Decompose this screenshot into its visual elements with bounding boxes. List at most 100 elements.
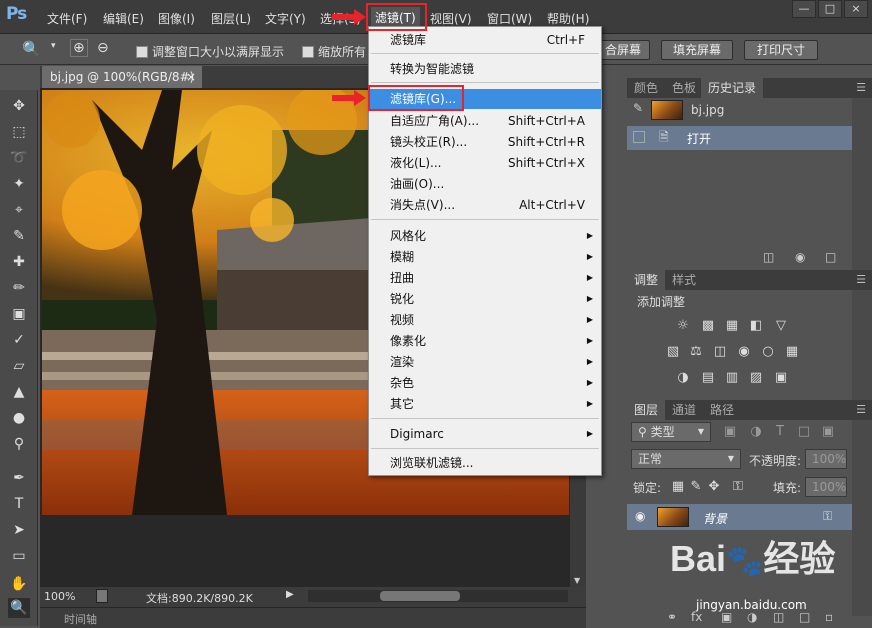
print-size-button[interactable]: 打印尺寸 (744, 40, 818, 60)
fill-screen-button[interactable]: 填充屏幕 (661, 40, 733, 60)
tab-history[interactable]: 历史记录 (701, 78, 764, 98)
menu-item-render[interactable]: 渲染 ▶ (369, 352, 601, 372)
history-state[interactable]: 🗎 打开 (627, 126, 852, 150)
lock-pixels-icon[interactable]: ✎ (687, 479, 705, 495)
zoom-out-icon[interactable]: ⊖ (97, 40, 109, 56)
brightness-icon[interactable]: ☼ (674, 318, 692, 334)
tab-swatches[interactable]: 色板 (665, 78, 703, 98)
horizontal-scrollbar[interactable] (308, 590, 568, 602)
chevron-down-icon[interactable]: ▾ (51, 41, 56, 51)
brush-tool-icon[interactable]: ✏ (8, 278, 30, 298)
menu-item-digimarc[interactable]: Digimarc ▶ (369, 424, 601, 444)
lock-transparent-icon[interactable]: ▦ (669, 479, 687, 495)
exposure-icon[interactable]: ◧ (747, 318, 765, 334)
clone-stamp-tool-icon[interactable]: ▣ (8, 304, 30, 324)
menu-item-video[interactable]: 视频 ▶ (369, 310, 601, 330)
path-selection-tool-icon[interactable]: ➤ (8, 520, 30, 540)
menu-item-blur[interactable]: 模糊 ▶ (369, 247, 601, 267)
scroll-thumb[interactable] (380, 591, 460, 601)
vibrance-icon[interactable]: ▽ (772, 318, 790, 334)
menu-item-convert-smart-filters[interactable]: 转换为智能滤镜 (369, 59, 601, 79)
panel-menu-icon[interactable]: ☰ (856, 273, 866, 286)
curves-icon[interactable]: ▦ (723, 318, 741, 334)
rectangle-tool-icon[interactable]: ▭ (8, 546, 30, 566)
scroll-down-icon[interactable]: ▼ (574, 576, 580, 585)
close-icon[interactable]: × (186, 66, 196, 88)
levels-icon[interactable]: ▩ (699, 318, 717, 334)
tab-color[interactable]: 颜色 (627, 78, 665, 98)
layer-kind-filter[interactable]: ⚲ 类型 ▼ (631, 422, 711, 442)
menu-item-distort[interactable]: 扭曲 ▶ (369, 268, 601, 288)
hue-saturation-icon[interactable]: ▧ (664, 344, 682, 360)
photo-filter-icon[interactable]: ◉ (735, 344, 753, 360)
filter-shape-icon[interactable]: □ (795, 424, 813, 440)
tab-adjustments[interactable]: 调整 (627, 270, 666, 290)
gradient-map-icon[interactable]: ▨ (747, 370, 765, 386)
threshold-icon[interactable]: ▥ (723, 370, 741, 386)
history-brush-tool-icon[interactable]: ✓ (8, 330, 30, 350)
tab-layers[interactable]: 图层 (627, 400, 666, 420)
menu-edit[interactable]: 编辑(E) (103, 10, 144, 27)
tab-channels[interactable]: 通道 (665, 400, 703, 420)
menu-item-other[interactable]: 其它 ▶ (369, 394, 601, 414)
new-document-from-state-icon[interactable]: ◫ (763, 250, 774, 268)
history-checkbox[interactable] (633, 131, 645, 143)
selective-color-icon[interactable]: ▣ (772, 370, 790, 386)
zoom-tool-icon[interactable]: 🔍 (22, 40, 41, 58)
menu-item-liquify[interactable]: 液化(L)... Shift+Ctrl+X (369, 153, 601, 173)
blur-tool-icon[interactable]: ● (8, 408, 30, 428)
panel-menu-icon[interactable]: ☰ (856, 81, 866, 94)
color-lookup-icon[interactable]: ▦ (783, 344, 801, 360)
checkbox-icon[interactable] (302, 46, 314, 58)
menu-item-lens-correction[interactable]: 镜头校正(R)... Shift+Ctrl+R (369, 132, 601, 152)
healing-brush-tool-icon[interactable]: ✚ (8, 252, 30, 272)
zoom-tool-icon[interactable]: 🔍 (8, 598, 30, 618)
menu-item-sharpen[interactable]: 锐化 ▶ (369, 289, 601, 309)
color-balance-icon[interactable]: ⚖ (687, 344, 705, 360)
invert-icon[interactable]: ◑ (674, 370, 692, 386)
magic-wand-tool-icon[interactable]: ✦ (8, 174, 30, 194)
menu-help[interactable]: 帮助(H) (547, 10, 589, 27)
timeline-label[interactable]: 时间轴 (64, 611, 97, 627)
lasso-tool-icon[interactable]: ➰ (8, 148, 30, 168)
layer-name[interactable]: 背景 (703, 510, 727, 527)
layer-row-background[interactable]: ◉ 背景 ⚿ (627, 504, 852, 530)
fill-field[interactable]: 100% (805, 477, 847, 497)
type-tool-icon[interactable]: T (8, 494, 30, 514)
paint-bucket-tool-icon[interactable]: ▲ (8, 382, 30, 402)
pen-tool-icon[interactable]: ✒ (8, 468, 30, 488)
menu-file[interactable]: 文件(F) (47, 10, 87, 27)
menu-item-vanishing-point[interactable]: 消失点(V)... Alt+Ctrl+V (369, 195, 601, 215)
posterize-icon[interactable]: ▤ (699, 370, 717, 386)
channel-mixer-icon[interactable]: ○ (759, 344, 777, 360)
menu-type[interactable]: 文字(Y) (265, 10, 306, 27)
trash-icon[interactable]: □ (825, 250, 836, 268)
crop-tool-icon[interactable]: ⌖ (8, 200, 30, 220)
lock-all-icon[interactable]: ⚿ (729, 479, 747, 495)
camera-icon[interactable]: ◉ (795, 250, 805, 268)
menu-layer[interactable]: 图层(L) (211, 10, 251, 27)
zoom-in-icon[interactable]: ⊕ (70, 39, 88, 57)
panel-menu-icon[interactable]: ☰ (856, 403, 866, 416)
dodge-tool-icon[interactable]: ⚲ (8, 434, 30, 454)
tab-paths[interactable]: 路径 (703, 400, 741, 420)
fit-screen-button[interactable]: 合屏幕 (596, 40, 650, 60)
filter-adjustment-icon[interactable]: ◑ (747, 424, 765, 440)
eye-icon[interactable]: ◉ (635, 509, 645, 523)
zoom-level[interactable]: 100% (44, 590, 75, 603)
eraser-tool-icon[interactable]: ▱ (8, 356, 30, 376)
history-snapshot[interactable]: ✎ bj.jpg (627, 99, 852, 123)
opacity-field[interactable]: 100% (805, 449, 847, 469)
marquee-tool-icon[interactable]: ⬚ (8, 122, 30, 142)
document-tab[interactable]: bj.jpg @ 100%(RGB/8#) × (42, 66, 202, 88)
menu-item-browse-online-filters[interactable]: 浏览联机滤镜... (369, 453, 601, 473)
checkbox-icon[interactable] (136, 46, 148, 58)
maximize-button[interactable]: □ (818, 0, 842, 18)
hand-tool-icon[interactable]: ✋ (8, 574, 30, 594)
lock-position-icon[interactable]: ✥ (705, 479, 723, 495)
filter-pixel-icon[interactable]: ▣ (721, 424, 739, 440)
blend-mode-select[interactable]: 正常 ▼ (631, 449, 741, 469)
menu-view[interactable]: 视图(V) (430, 10, 472, 27)
filter-smart-object-icon[interactable]: ▣ (819, 424, 837, 440)
status-arrow-icon[interactable]: ▶ (286, 589, 294, 600)
